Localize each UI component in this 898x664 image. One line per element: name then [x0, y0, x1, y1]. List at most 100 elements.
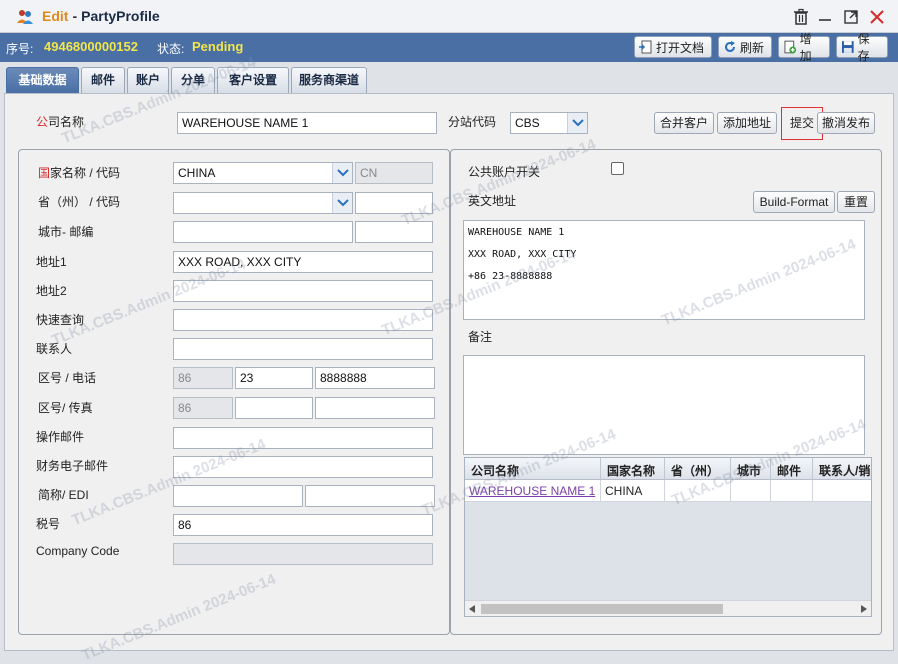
reset-button[interactable]: 重置 — [837, 191, 875, 213]
maximize-icon[interactable] — [842, 8, 860, 26]
country-label: 国家名称 / 代码 — [38, 166, 121, 180]
chevron-down-icon — [572, 119, 584, 127]
address1-label: 地址1 — [36, 255, 67, 269]
country-code-input: CN — [355, 162, 433, 184]
address-line: WAREHOUSE NAME 1 — [468, 227, 565, 238]
phone-area-input[interactable]: 23 — [235, 367, 313, 389]
merge-customer-button[interactable]: 合并客户 — [654, 112, 714, 134]
country-dropdown-toggle[interactable] — [332, 163, 352, 183]
fax-area-input[interactable] — [235, 397, 313, 419]
postcode-input[interactable] — [355, 221, 433, 243]
cancel-publish-button[interactable]: 撤消发布 — [817, 112, 875, 134]
city-label: 城市- 邮编 — [38, 225, 94, 239]
branch-code-value: CBS — [515, 116, 540, 130]
english-address-textarea[interactable]: WAREHOUSE NAME 1 XXX ROAD, XXX CITY +86 … — [463, 220, 865, 320]
state-label: 状态: — [157, 42, 185, 56]
seq-label: 序号: — [6, 42, 34, 56]
grid-header-country[interactable]: 国家名称 — [601, 458, 665, 480]
company-name-input[interactable]: WAREHOUSE NAME 1 — [177, 112, 437, 134]
short-name-input[interactable] — [173, 485, 303, 507]
scroll-right-icon[interactable] — [860, 605, 867, 613]
quick-search-label: 快速查询 — [36, 313, 85, 327]
op-mail-input[interactable] — [173, 427, 433, 449]
grid-header-mail[interactable]: 邮件 — [771, 458, 813, 480]
add-button[interactable]: 增加 — [778, 32, 830, 63]
tab-basic-data[interactable]: 基础数据 — [6, 67, 79, 93]
grid-cell-country[interactable]: CHINA — [601, 480, 665, 502]
address-detail-panel: 国家名称 / 代码 CHINA CN 省（州） / 代码 城市- 邮编 地址1 … — [18, 149, 450, 635]
open-doc-label: 打开文档 — [656, 40, 705, 55]
contact-input[interactable] — [173, 338, 433, 360]
province-dropdown-toggle[interactable] — [332, 193, 352, 213]
open-document-icon — [639, 40, 652, 54]
refresh-label: 刷新 — [740, 40, 765, 55]
grid-scroll-thumb[interactable] — [481, 604, 723, 614]
grid-cell-province[interactable] — [665, 480, 731, 502]
grid-cell-contact[interactable] — [813, 480, 871, 502]
english-address-label: 英文地址 — [468, 194, 517, 208]
company-name-label: 公司名称 — [36, 115, 85, 129]
public-account-label: 公共账户开关 — [468, 165, 541, 179]
grid-horizontal-scrollbar[interactable] — [465, 600, 871, 616]
tax-input[interactable]: 86 — [173, 514, 433, 536]
phone-number-input[interactable]: 8888888 — [315, 367, 435, 389]
grid-header-city[interactable]: 城市 — [731, 458, 771, 480]
company-code-input — [173, 543, 433, 565]
tab-customer-settings[interactable]: 客户设置 — [217, 67, 289, 93]
title-separator: - — [72, 8, 78, 24]
public-account-checkbox[interactable] — [611, 162, 624, 175]
grid-cell-company-link[interactable]: WAREHOUSE NAME 1 — [465, 480, 601, 502]
tab-mail[interactable]: 邮件 — [81, 67, 125, 93]
scroll-left-icon[interactable] — [469, 605, 476, 613]
company-code-label: Company Code — [36, 544, 120, 558]
close-icon[interactable] — [868, 8, 886, 26]
state-value: Pending — [192, 39, 244, 54]
province-select[interactable] — [173, 192, 353, 214]
grid-cell-city[interactable] — [731, 480, 771, 502]
tax-label: 税号 — [36, 517, 61, 531]
branch-code-label: 分站代码 — [448, 115, 497, 129]
add-label: 增加 — [799, 32, 812, 63]
grid-header-company[interactable]: 公司名称 — [465, 458, 601, 480]
trash-icon[interactable] — [792, 8, 810, 26]
province-label: 省（州） / 代码 — [38, 195, 121, 209]
build-format-button[interactable]: Build-Format — [753, 191, 835, 213]
minimize-icon[interactable] — [816, 8, 834, 26]
save-button[interactable]: 保存 — [836, 32, 888, 63]
edi-input[interactable] — [305, 485, 435, 507]
tab-split[interactable]: 分单 — [171, 67, 215, 93]
window-name: PartyProfile — [81, 8, 160, 24]
branch-code-select[interactable]: CBS — [510, 112, 588, 134]
users-icon — [17, 10, 33, 24]
tab-account[interactable]: 账户 — [127, 67, 169, 93]
finance-mail-label: 财务电子邮件 — [36, 459, 109, 473]
save-label: 保存 — [857, 32, 870, 63]
tab-service-channel[interactable]: 服务商渠道 — [291, 67, 367, 93]
address2-label: 地址2 — [36, 284, 67, 298]
quick-search-input[interactable] — [173, 309, 433, 331]
window-title: Edit - PartyProfile — [42, 8, 160, 24]
grid-header-contact[interactable]: 联系人/销 — [813, 458, 871, 480]
remark-textarea[interactable] — [463, 355, 865, 455]
branch-dropdown-toggle[interactable] — [567, 113, 587, 133]
grid-header-province[interactable]: 省（州） — [665, 458, 731, 480]
country-select[interactable]: CHINA — [173, 162, 353, 184]
address1-input[interactable]: XXX ROAD, XXX CITY — [173, 251, 433, 273]
edi-label: 简称/ EDI — [38, 488, 89, 502]
add-address-button[interactable]: 添加地址 — [717, 112, 777, 134]
finance-mail-input[interactable] — [173, 456, 433, 478]
province-code-input[interactable] — [355, 192, 433, 214]
open-doc-button[interactable]: 打开文档 — [634, 36, 712, 58]
city-input[interactable] — [173, 221, 353, 243]
seq-value: 4946800000152 — [44, 39, 138, 54]
status-bar: 序号: 4946800000152 状态: Pending 打开文档 刷新 增加… — [0, 32, 898, 63]
add-document-icon — [784, 40, 797, 54]
refresh-button[interactable]: 刷新 — [718, 36, 772, 58]
address2-input[interactable] — [173, 280, 433, 302]
grid-cell-mail[interactable] — [771, 480, 813, 502]
chevron-down-icon — [337, 169, 349, 177]
fax-country-code-input: 86 — [173, 397, 233, 419]
fax-number-input[interactable] — [315, 397, 435, 419]
country-value: CHINA — [178, 166, 216, 180]
window-mode: Edit — [42, 8, 69, 24]
